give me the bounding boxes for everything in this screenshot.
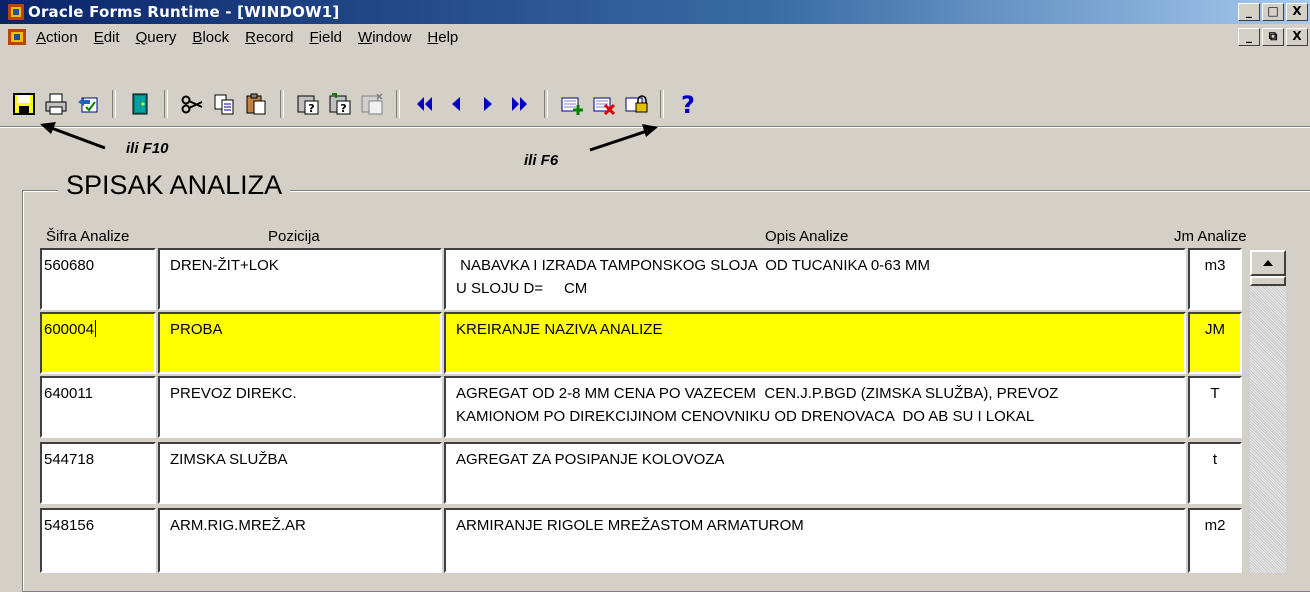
arrow-up-icon xyxy=(1263,260,1273,266)
insert-shortcut-annotation: ili F6 xyxy=(524,152,559,169)
column-header-jm: Jm Analize xyxy=(1174,228,1247,245)
column-header-sifra: Šifra Analize xyxy=(46,228,130,245)
sifra-field[interactable]: 544718 xyxy=(40,442,156,504)
pozicija-field[interactable]: PREVOZ DIREKC. xyxy=(158,376,442,438)
opis-line: AGREGAT ZA POSIPANJE KOLOVOZA xyxy=(456,451,725,468)
pozicija-field[interactable]: ZIMSKA SLUŽBA xyxy=(158,442,442,504)
pozicija-field[interactable]: DREN-ŽIT+LOK xyxy=(158,248,442,310)
pozicija-field[interactable]: ARM.RIG.MREŽ.AR xyxy=(158,508,442,573)
opis-field[interactable]: AGREGAT OD 2-8 MM CENA PO VAZECEM CEN.J.… xyxy=(444,376,1186,438)
scroll-thumb[interactable] xyxy=(1250,276,1286,286)
sifra-field-current[interactable]: 600004 xyxy=(40,312,156,374)
sifra-field[interactable]: 640011 xyxy=(40,376,156,438)
jm-field[interactable]: m2 xyxy=(1188,508,1242,573)
scroll-up-button[interactable] xyxy=(1250,250,1286,276)
jm-field[interactable]: t xyxy=(1188,442,1242,504)
opis-field[interactable]: NABAVKA I IZRADA TAMPONSKOG SLOJA OD TUC… xyxy=(444,248,1186,310)
text-cursor xyxy=(95,320,97,337)
opis-line: ARMIRANJE RIGOLE MREŽASTOM ARMATUROM xyxy=(456,517,804,534)
pozicija-field[interactable]: PROBA xyxy=(158,312,442,374)
opis-field[interactable]: AGREGAT ZA POSIPANJE KOLOVOZA xyxy=(444,442,1186,504)
column-header-pozicija: Pozicija xyxy=(268,228,320,245)
jm-field[interactable]: JM xyxy=(1188,312,1242,374)
opis-line: KREIRANJE NAZIVA ANALIZE xyxy=(456,321,663,338)
sifra-field[interactable]: 548156 xyxy=(40,508,156,573)
column-header-opis: Opis Analize xyxy=(765,228,849,245)
opis-line: KAMIONOM PO DIREKCIJINOM CENOVNIKU OD DR… xyxy=(456,408,1035,425)
jm-field[interactable]: T xyxy=(1188,376,1242,438)
opis-field[interactable]: ARMIRANJE RIGOLE MREŽASTOM ARMATUROM xyxy=(444,508,1186,573)
opis-line: AGREGAT OD 2-8 MM CENA PO VAZECEM CEN.J.… xyxy=(456,385,1059,402)
sifra-field[interactable]: 560680 xyxy=(40,248,156,310)
jm-field[interactable]: m3 xyxy=(1188,248,1242,310)
opis-field[interactable]: KREIRANJE NAZIVA ANALIZE xyxy=(444,312,1186,374)
frame-title: SPISAK ANALIZA xyxy=(58,170,291,201)
sifra-value: 600004 xyxy=(44,321,95,338)
save-shortcut-annotation: ili F10 xyxy=(126,140,169,157)
opis-line: NABAVKA I IZRADA TAMPONSKOG SLOJA OD TUC… xyxy=(456,257,931,274)
vertical-scrollbar[interactable] xyxy=(1250,250,1286,573)
opis-line: U SLOJU D= CM xyxy=(456,280,588,297)
